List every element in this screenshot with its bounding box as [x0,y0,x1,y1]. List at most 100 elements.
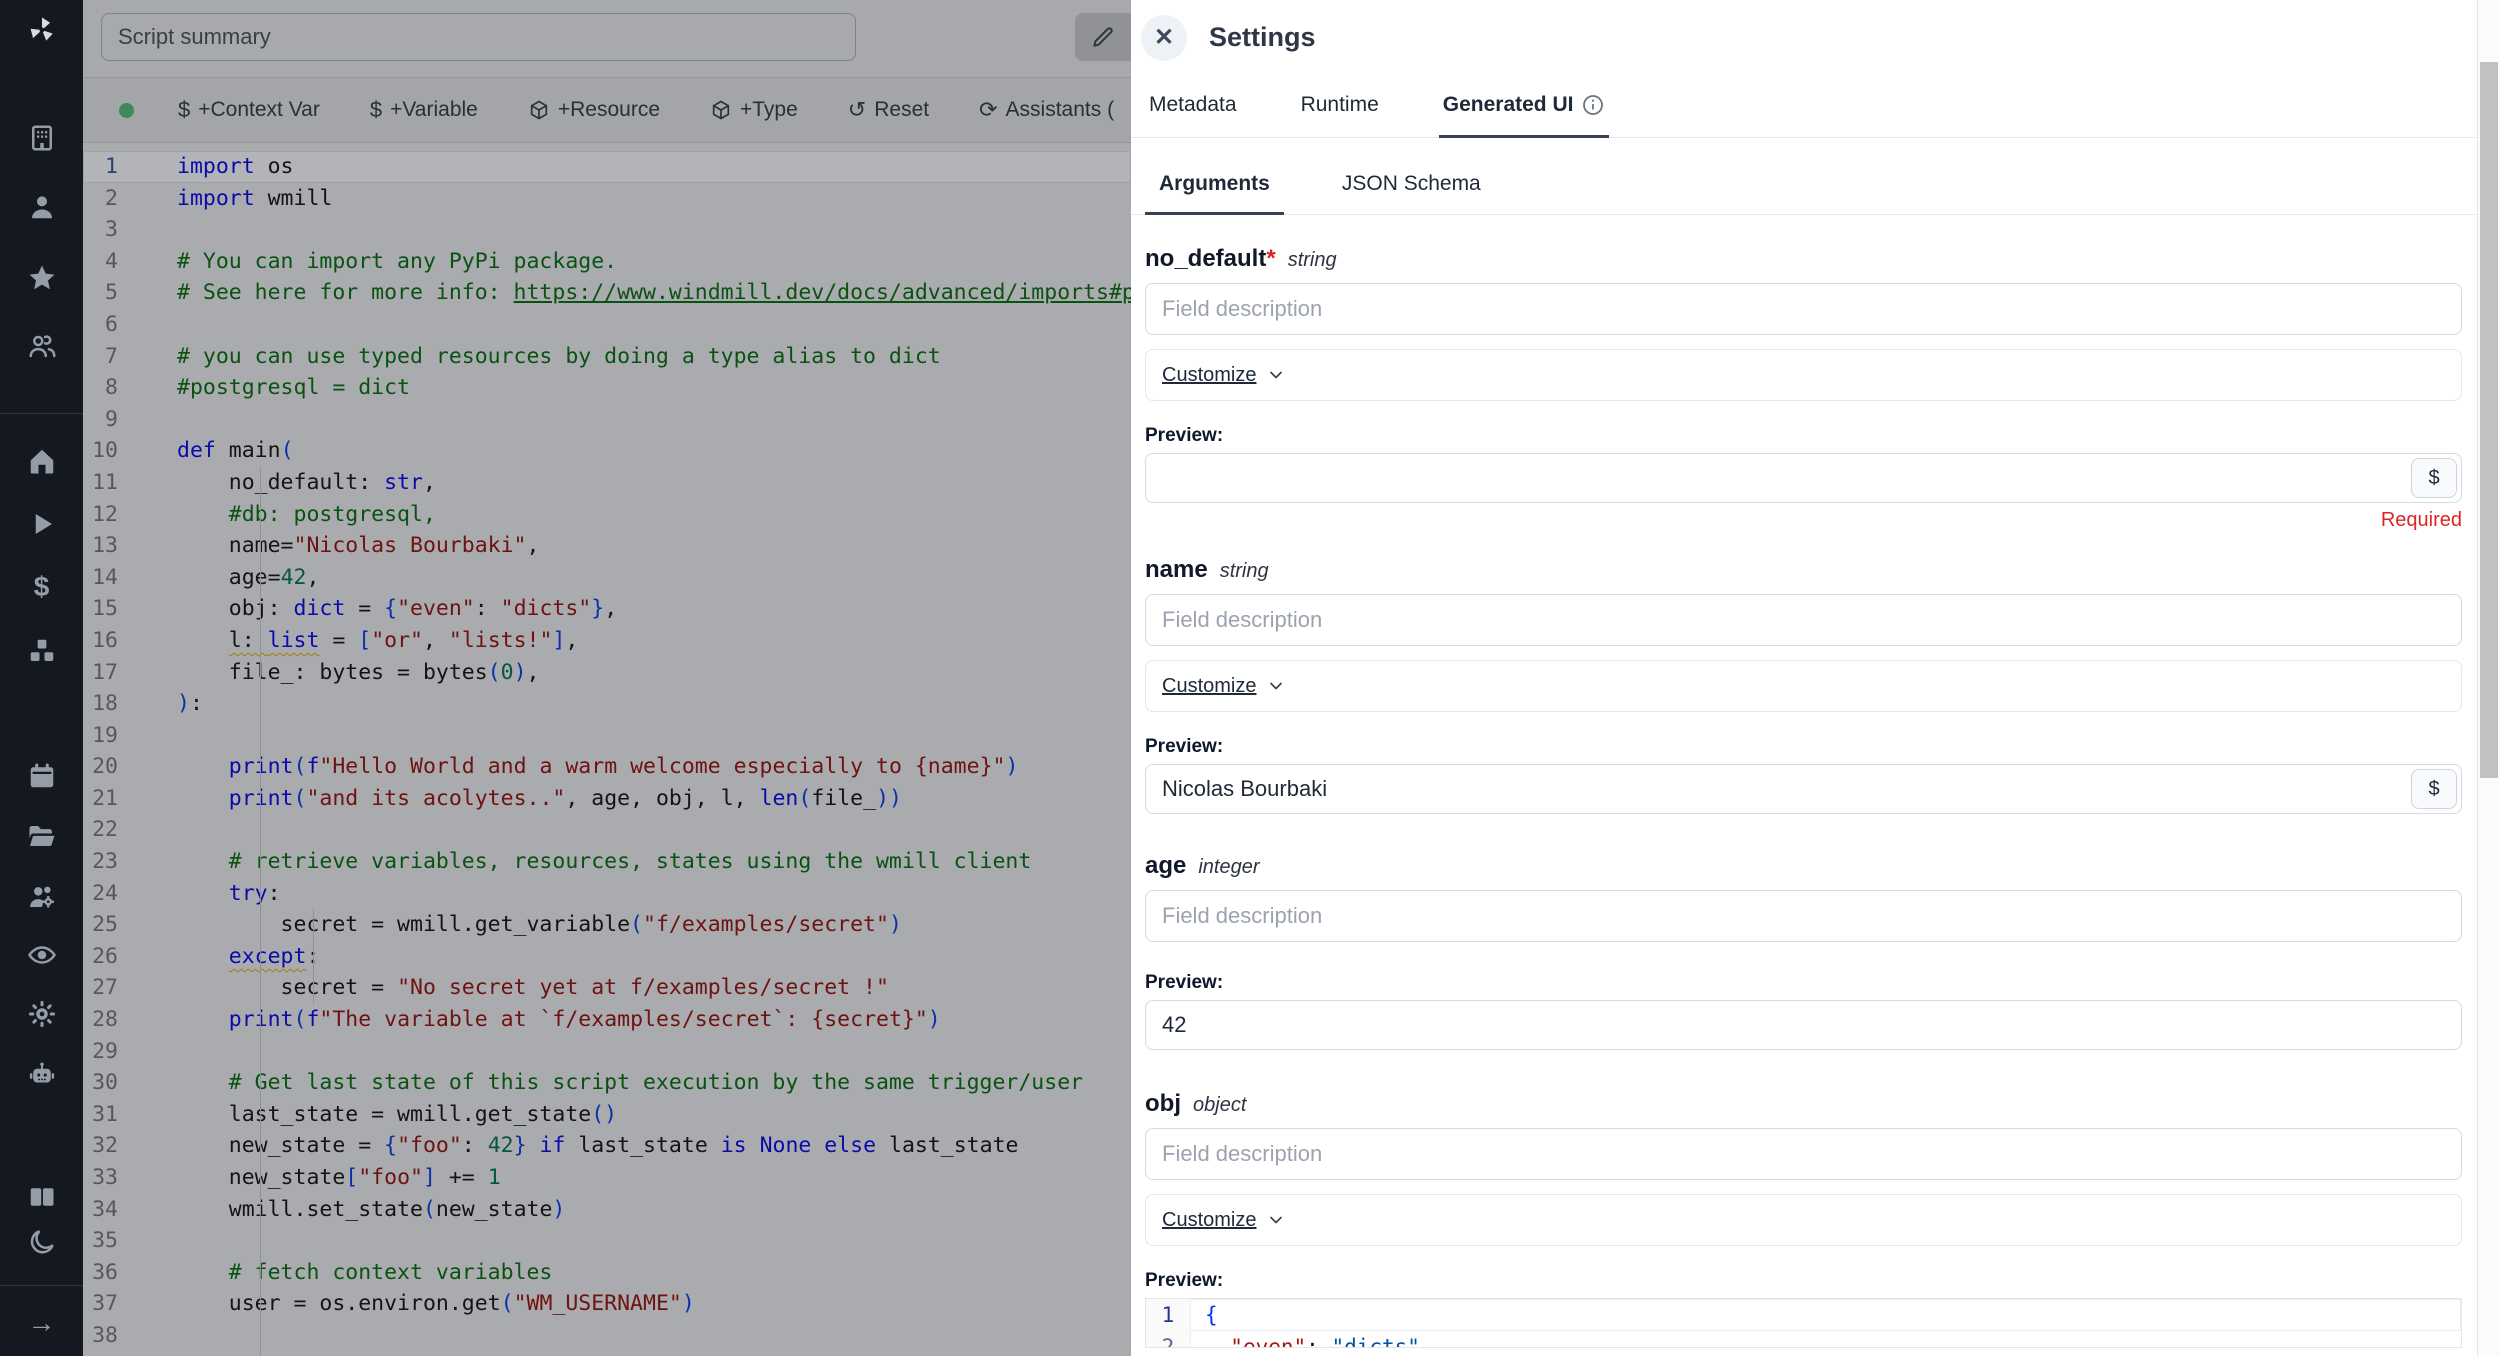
code-line: 5# See here for more info: https://www.w… [83,277,1131,309]
validation-message: Required [1145,509,2462,532]
assistants-button[interactable]: ⟳Assistants ( [973,97,1120,123]
code-editor[interactable]: 1import os2import wmill34# You can impor… [83,144,1131,1356]
code-lines: 1import os2import wmill34# You can impor… [83,151,1131,1356]
tab-metadata[interactable]: Metadata [1145,93,1241,138]
field-description-input[interactable] [1145,283,2462,335]
customize-toggle[interactable]: Customize [1145,1194,2462,1246]
boxes-icon[interactable] [0,629,83,673]
json-line: 2 "even": "dicts" [1146,1331,2461,1348]
play-icon[interactable] [0,502,83,546]
windmill-logo[interactable] [0,8,83,52]
code-line: 12 #db: postgresql, [83,499,1131,531]
star-icon[interactable] [0,256,83,300]
sidebar-divider [0,1285,83,1286]
customize-toggle[interactable]: Customize [1145,349,2462,401]
code-line: 10def main( [83,435,1131,467]
field-description-input[interactable] [1145,594,2462,646]
insert-variable-button[interactable]: $ [2411,769,2457,809]
chevron-down-icon [1266,365,1286,385]
code-line: 24 try: [83,878,1131,910]
code-line: 23 # retrieve variables, resources, stat… [83,846,1131,878]
books-icon[interactable] [0,1175,83,1219]
subtab-json-schema[interactable]: JSON Schema [1328,172,1495,215]
arrow-right-icon[interactable]: → [0,1301,83,1345]
edit-pencil-button[interactable] [1075,13,1131,61]
code-line: 32 new_state = {"foo": 42} if last_state… [83,1130,1131,1162]
panel-title: Settings [1209,22,1316,53]
field-name: obj [1145,1090,1181,1118]
robot-icon[interactable] [0,1053,83,1097]
code-line: 21 print("and its acolytes..", age, obj,… [83,783,1131,815]
add-resource-button[interactable]: +Resource [522,97,666,123]
add-type-button[interactable]: +Type [704,97,804,123]
code-line: 7# you can use typed resources by doing … [83,341,1131,373]
add-context-var-button[interactable]: $+Context Var [172,97,326,123]
preview-label: Preview: [1145,425,2462,447]
field-type: object [1193,1094,1246,1117]
field-description-input[interactable] [1145,890,2462,942]
package-icon [528,99,550,121]
code-line: 38 [83,1320,1131,1352]
code-line: 16 l: list = ["or", "lists!"], [83,625,1131,657]
argument-fields: no_default* string Customize Preview: $ … [1131,245,2478,1348]
code-line: 36 # fetch context variables [83,1257,1131,1289]
field-type: string [1288,249,1337,272]
dollar-icon: $ [178,99,190,121]
user-icon[interactable] [0,185,83,229]
indent-guide [313,909,314,1004]
code-line: 17 file_: bytes = bytes(0), [83,657,1131,689]
field-label: name string [1145,556,2462,584]
eye-icon[interactable] [0,933,83,977]
scrollbar-thumb[interactable] [2480,62,2498,778]
arg-field-name: name string Customize Preview: $ [1145,556,2462,814]
workspace: $+Context Var $+Variable +Resource +Type… [83,0,1131,1356]
generated-ui-subtabs: Arguments JSON Schema [1131,158,2478,215]
tab-generated-ui[interactable]: Generated UI [1439,93,1610,138]
preview-input[interactable] [1145,1000,2462,1050]
code-line: 26 except: [83,941,1131,973]
code-line: 9 [83,404,1131,436]
required-asterisk: * [1266,245,1275,273]
preview-input[interactable] [1145,453,2462,503]
dollar-icon[interactable]: $ [0,565,83,609]
tab-runtime[interactable]: Runtime [1297,93,1383,138]
code-line: 34 wmill.set_state(new_state) [83,1194,1131,1226]
preview-input[interactable] [1145,764,2462,814]
code-line: 29 [83,1036,1131,1068]
code-line: 22 [83,814,1131,846]
close-button[interactable]: ✕ [1141,15,1187,61]
code-line: 33 new_state["foo"] += 1 [83,1162,1131,1194]
scrollbar-track[interactable] [2477,0,2500,1356]
field-label: obj object [1145,1090,2462,1118]
add-variable-button[interactable]: $+Variable [364,97,484,123]
user-group-gear-icon[interactable] [0,875,83,919]
field-label: no_default* string [1145,245,2462,273]
arg-field-obj: obj object Customize Preview: 1 { 2 [1145,1090,2462,1348]
topbar [83,0,1131,78]
subtab-arguments[interactable]: Arguments [1145,172,1284,215]
field-type: integer [1198,856,1259,879]
script-summary-input[interactable] [101,13,856,61]
preview-label: Preview: [1145,972,2462,994]
field-name: age [1145,852,1186,880]
field-description-input[interactable] [1145,1128,2462,1180]
editor-region-dimmed: $ [0,0,1131,1356]
info-icon [1581,93,1605,117]
chevron-down-icon [1266,1210,1286,1230]
code-line: 20 print(f"Hello World and a warm welcom… [83,751,1131,783]
building-icon[interactable] [0,116,83,160]
code-line: 27 secret = "No secret yet at f/examples… [83,972,1131,1004]
gear-icon[interactable] [0,992,83,1036]
status-dot [119,103,134,118]
code-line: 2import wmill [83,183,1131,215]
reset-button[interactable]: ↺Reset [842,97,935,123]
customize-toggle[interactable]: Customize [1145,660,2462,712]
insert-variable-button[interactable]: $ [2411,458,2457,498]
home-icon[interactable] [0,439,83,483]
json-preview-editor[interactable]: 1 { 2 "even": "dicts" [1145,1298,2462,1348]
community-icon[interactable] [0,324,83,368]
moon-icon[interactable] [0,1220,83,1264]
json-line: 1 { [1146,1299,2461,1331]
calendar-icon[interactable] [0,754,83,798]
folder-icon[interactable] [0,814,83,858]
